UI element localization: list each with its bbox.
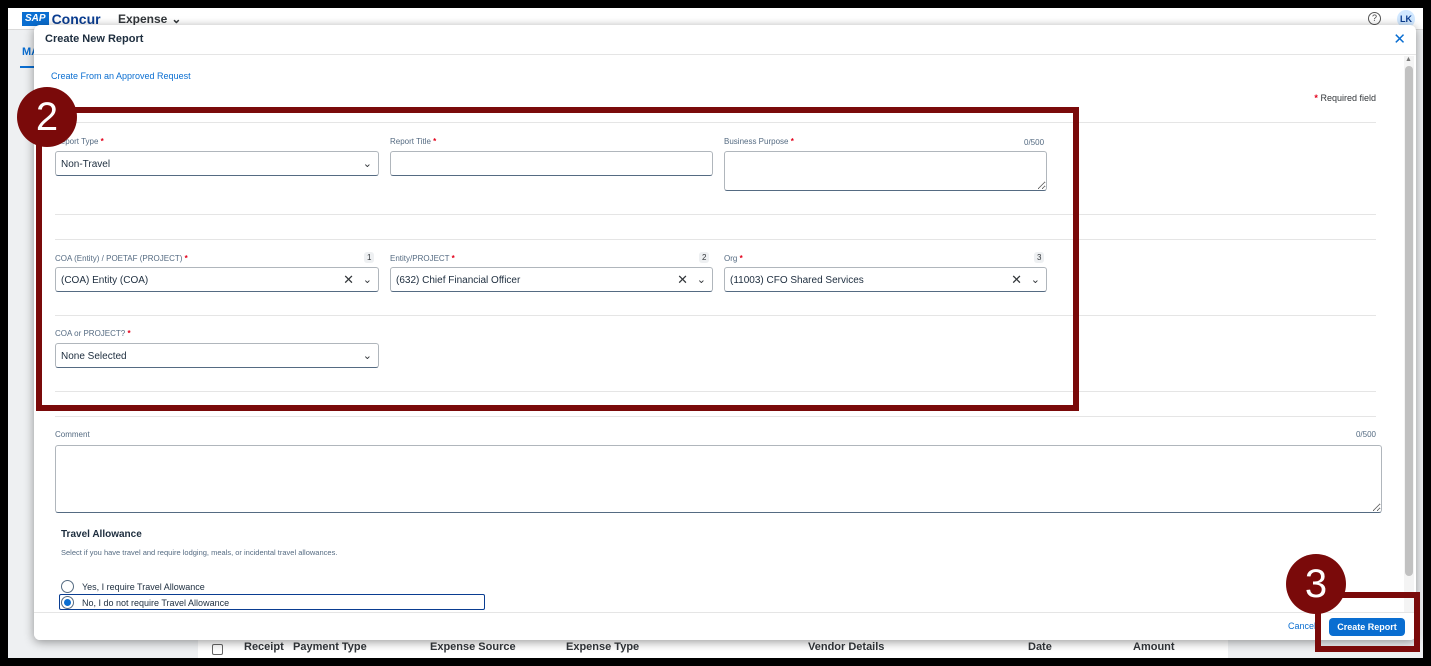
dialog-scrollbar[interactable]: ▲ xyxy=(1404,56,1414,612)
radio-button-selected[interactable] xyxy=(61,596,74,609)
radio-button[interactable] xyxy=(61,580,74,593)
scroll-up-icon[interactable]: ▲ xyxy=(1405,56,1412,63)
col-receipt[interactable]: Receipt xyxy=(244,641,284,653)
help-icon[interactable]: ? xyxy=(1368,12,1381,25)
col-expense-type[interactable]: Expense Type xyxy=(566,641,639,653)
cancel-button[interactable]: Cancel xyxy=(1288,621,1316,631)
expense-menu[interactable]: Expense ⌄ xyxy=(118,12,181,26)
close-icon[interactable]: ✕ xyxy=(1393,30,1406,48)
required-field-text: Required field xyxy=(1320,93,1376,103)
step-2-marker: 2 xyxy=(17,87,77,147)
scrollbar-thumb[interactable] xyxy=(1405,66,1413,576)
chevron-down-icon: ⌄ xyxy=(171,12,182,26)
comment-label: Comment xyxy=(55,430,90,439)
col-expense-source[interactable]: Expense Source xyxy=(430,641,516,653)
step-2-highlight-box xyxy=(36,107,1079,411)
travel-allowance-description: Select if you have travel and require lo… xyxy=(61,548,338,557)
comment-textarea[interactable] xyxy=(55,445,1382,513)
required-star: * xyxy=(1314,93,1318,103)
comment-counter: 0/500 xyxy=(1355,430,1376,439)
create-from-request-link[interactable]: Create From an Approved Request xyxy=(51,71,191,81)
col-vendor-details[interactable]: Vendor Details xyxy=(808,641,884,653)
expense-menu-label: Expense xyxy=(118,12,168,26)
col-amount[interactable]: Amount xyxy=(1133,641,1175,653)
dialog-footer: Cancel Create Report xyxy=(34,612,1416,640)
travel-allowance-no-label: No, I do not require Travel Allowance xyxy=(82,597,230,608)
travel-allowance-no-option[interactable]: No, I do not require Travel Allowance xyxy=(61,596,229,609)
col-date[interactable]: Date xyxy=(1028,641,1052,653)
required-field-note: * Required field xyxy=(1314,93,1376,103)
travel-allowance-title: Travel Allowance xyxy=(61,529,142,540)
dialog-header: Create New Report ✕ xyxy=(34,25,1416,55)
col-payment-type[interactable]: Payment Type xyxy=(293,641,367,653)
sap-logo-badge: SAP xyxy=(22,12,49,26)
travel-allowance-yes-option[interactable]: Yes, I require Travel Allowance xyxy=(61,580,205,593)
tab-indicator xyxy=(20,66,34,68)
travel-allowance-yes-label: Yes, I require Travel Allowance xyxy=(82,581,205,592)
divider xyxy=(55,416,1376,417)
step-3-marker: 3 xyxy=(1286,554,1346,614)
dialog-title: Create New Report xyxy=(45,33,144,45)
select-all-checkbox[interactable] xyxy=(212,644,223,655)
